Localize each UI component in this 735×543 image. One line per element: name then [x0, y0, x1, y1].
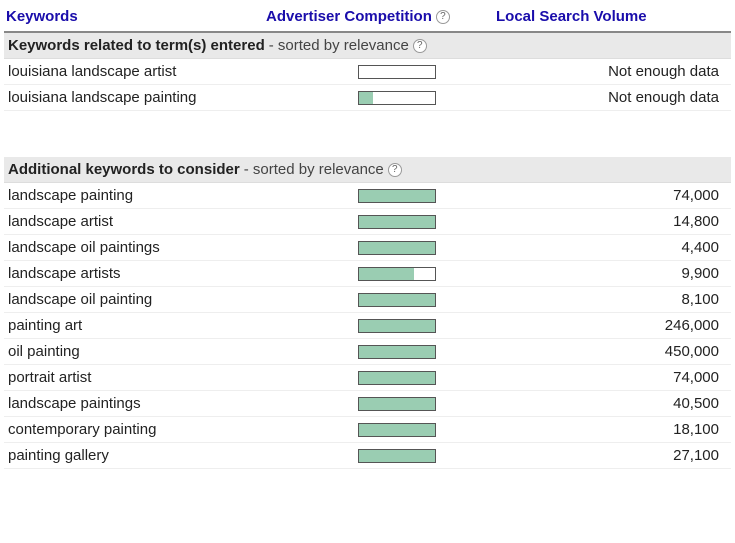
volume-cell: 74,000	[488, 187, 727, 204]
table-row: painting art 246,000	[4, 313, 731, 339]
spacer	[4, 111, 731, 157]
section-header-additional: Additional keywords to consider - sorted…	[4, 157, 731, 183]
competition-cell	[358, 189, 488, 203]
competition-bar-fill	[359, 398, 435, 410]
volume-cell: 74,000	[488, 369, 727, 386]
competition-bar-fill	[359, 320, 435, 332]
competition-cell	[358, 371, 488, 385]
section-header-related: Keywords related to term(s) entered - so…	[4, 33, 731, 59]
volume-cell: Not enough data	[488, 63, 727, 80]
competition-cell	[358, 267, 488, 281]
competition-bar	[358, 345, 436, 359]
keyword-cell: oil painting	[8, 343, 358, 360]
table-row: landscape oil paintings 4,400	[4, 235, 731, 261]
competition-bar-fill	[359, 450, 435, 462]
table-row: louisiana landscape painting Not enough d…	[4, 85, 731, 111]
keyword-cell: landscape painting	[8, 187, 358, 204]
competition-cell	[358, 91, 488, 105]
volume-cell: Not enough data	[488, 89, 727, 106]
volume-cell: 450,000	[488, 343, 727, 360]
competition-bar	[358, 423, 436, 437]
keyword-cell: contemporary painting	[8, 421, 358, 438]
competition-cell	[358, 319, 488, 333]
competition-bar	[358, 241, 436, 255]
keyword-cell: landscape artists	[8, 265, 358, 282]
competition-bar-fill	[359, 346, 435, 358]
competition-bar	[358, 449, 436, 463]
table-row: landscape artist 14,800	[4, 209, 731, 235]
keyword-cell: louisiana landscape artist	[8, 63, 358, 80]
competition-cell	[358, 449, 488, 463]
keyword-cell: painting gallery	[8, 447, 358, 464]
volume-cell: 246,000	[488, 317, 727, 334]
keyword-cell: louisiana landscape painting	[8, 89, 358, 106]
competition-cell	[358, 65, 488, 79]
table-row: contemporary painting 18,100	[4, 417, 731, 443]
competition-bar	[358, 189, 436, 203]
section-title: Keywords related to term(s) entered	[8, 37, 265, 54]
col-header-competition[interactable]: Advertiser Competition	[266, 8, 432, 25]
competition-bar-fill	[359, 294, 435, 306]
section-subtitle: - sorted by relevance	[244, 161, 384, 178]
keyword-cell: landscape paintings	[8, 395, 358, 412]
keyword-cell: landscape oil paintings	[8, 239, 358, 256]
keyword-cell: landscape artist	[8, 213, 358, 230]
competition-bar-fill	[359, 268, 414, 280]
competition-bar-fill	[359, 92, 373, 104]
table-row: oil painting 450,000	[4, 339, 731, 365]
keyword-cell: landscape oil painting	[8, 291, 358, 308]
competition-bar-fill	[359, 242, 435, 254]
keyword-cell: painting art	[8, 317, 358, 334]
competition-cell	[358, 215, 488, 229]
competition-bar	[358, 293, 436, 307]
volume-cell: 8,100	[488, 291, 727, 308]
volume-cell: 9,900	[488, 265, 727, 282]
volume-cell: 40,500	[488, 395, 727, 412]
help-icon[interactable]: ?	[436, 10, 450, 24]
volume-cell: 27,100	[488, 447, 727, 464]
keyword-cell: portrait artist	[8, 369, 358, 386]
volume-cell: 4,400	[488, 239, 727, 256]
competition-bar-fill	[359, 190, 435, 202]
table-row: landscape painting 74,000	[4, 183, 731, 209]
section-title: Additional keywords to consider	[8, 161, 240, 178]
competition-bar	[358, 397, 436, 411]
help-icon[interactable]: ?	[388, 163, 402, 177]
competition-bar	[358, 215, 436, 229]
competition-cell	[358, 423, 488, 437]
section-subtitle: - sorted by relevance	[269, 37, 409, 54]
volume-cell: 18,100	[488, 421, 727, 438]
competition-bar-fill	[359, 372, 435, 384]
col-header-keywords[interactable]: Keywords	[6, 8, 78, 25]
competition-bar	[358, 267, 436, 281]
competition-bar	[358, 91, 436, 105]
table-row: landscape paintings 40,500	[4, 391, 731, 417]
competition-cell	[358, 397, 488, 411]
col-header-volume[interactable]: Local Search Volume	[496, 8, 647, 25]
competition-cell	[358, 345, 488, 359]
column-header-row: Keywords Advertiser Competition ? Local …	[4, 4, 731, 33]
competition-bar-fill	[359, 216, 435, 228]
table-row: landscape artists 9,900	[4, 261, 731, 287]
competition-bar-fill	[359, 424, 435, 436]
competition-bar	[358, 319, 436, 333]
table-row: louisiana landscape artist Not enough dat…	[4, 59, 731, 85]
competition-cell	[358, 241, 488, 255]
table-row: painting gallery 27,100	[4, 443, 731, 469]
table-row: landscape oil painting 8,100	[4, 287, 731, 313]
competition-bar	[358, 371, 436, 385]
help-icon[interactable]: ?	[413, 39, 427, 53]
competition-bar	[358, 65, 436, 79]
volume-cell: 14,800	[488, 213, 727, 230]
competition-cell	[358, 293, 488, 307]
table-row: portrait artist 74,000	[4, 365, 731, 391]
